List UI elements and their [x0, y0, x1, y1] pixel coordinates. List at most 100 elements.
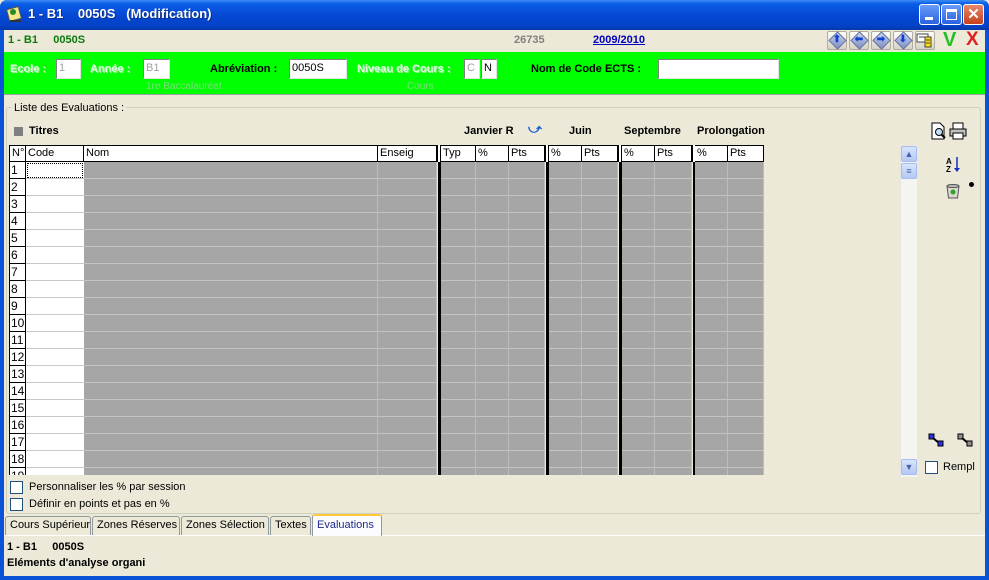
grid-cell[interactable]: [655, 315, 692, 332]
grid-cell[interactable]: [378, 230, 437, 247]
grid-cell[interactable]: [728, 298, 764, 315]
grid-cell[interactable]: [655, 298, 692, 315]
tab-textes[interactable]: Textes: [270, 516, 311, 535]
grid-cell[interactable]: [655, 451, 692, 468]
grid-cell[interactable]: [582, 434, 618, 451]
grid-cell[interactable]: [84, 179, 378, 196]
grid-cell[interactable]: [549, 298, 582, 315]
grid-cell[interactable]: [378, 247, 437, 264]
grid-cell[interactable]: [695, 281, 728, 298]
table-row[interactable]: 16: [9, 417, 765, 434]
grid-cell[interactable]: [84, 349, 378, 366]
grid-cell[interactable]: [84, 264, 378, 281]
code-cell[interactable]: [26, 264, 84, 281]
grid-cell[interactable]: [695, 162, 728, 179]
grid-cell[interactable]: [509, 383, 545, 400]
grid-cell[interactable]: [476, 349, 509, 366]
grid-cell[interactable]: [622, 298, 655, 315]
grid-cell[interactable]: [582, 383, 618, 400]
column-header[interactable]: %: [695, 145, 728, 162]
vertical-scrollbar[interactable]: ▲ ≡ ▼: [900, 146, 917, 477]
grid-cell[interactable]: [655, 417, 692, 434]
rempl-checkbox[interactable]: [925, 461, 938, 474]
grid-cell[interactable]: [695, 383, 728, 400]
column-header[interactable]: Pts: [582, 145, 618, 162]
grid-cell[interactable]: [84, 417, 378, 434]
grid-cell[interactable]: [582, 281, 618, 298]
link-button-active[interactable]: [928, 433, 944, 450]
grid-cell[interactable]: [695, 247, 728, 264]
grid-cell[interactable]: [622, 366, 655, 383]
grid-cell[interactable]: [655, 264, 692, 281]
grid-cell[interactable]: [441, 315, 476, 332]
table-row[interactable]: 18: [9, 451, 765, 468]
grid-cell[interactable]: [582, 196, 618, 213]
grid-cell[interactable]: [549, 366, 582, 383]
grid-cell[interactable]: [509, 468, 545, 475]
grid-cell[interactable]: [441, 196, 476, 213]
grid-cell[interactable]: [549, 332, 582, 349]
grid-cell[interactable]: [695, 366, 728, 383]
grid-cell[interactable]: [84, 366, 378, 383]
grid-cell[interactable]: [728, 383, 764, 400]
grid-cell[interactable]: [695, 213, 728, 230]
grid-cell[interactable]: [441, 451, 476, 468]
grid-cell[interactable]: [728, 366, 764, 383]
grid-cell[interactable]: [582, 315, 618, 332]
grid-cell[interactable]: [509, 264, 545, 281]
tab-evaluations[interactable]: Evaluations: [312, 514, 382, 536]
definir-points-checkbox[interactable]: [10, 498, 23, 511]
grid-cell[interactable]: [378, 281, 437, 298]
grid-cell[interactable]: [695, 179, 728, 196]
grid-cell[interactable]: [582, 247, 618, 264]
grid-cell[interactable]: [84, 383, 378, 400]
cancel-button[interactable]: X: [966, 29, 979, 51]
grid-cell[interactable]: [476, 281, 509, 298]
scroll-thumb[interactable]: ≡: [901, 163, 917, 179]
grid-cell[interactable]: [582, 230, 618, 247]
grid-cell[interactable]: [549, 434, 582, 451]
table-row[interactable]: 17: [9, 434, 765, 451]
grid-cell[interactable]: [378, 451, 437, 468]
close-button[interactable]: ✕: [963, 4, 984, 25]
grid-cell[interactable]: [476, 332, 509, 349]
grid-cell[interactable]: [549, 400, 582, 417]
sort-az-button[interactable]: AZ: [946, 156, 962, 177]
titres-marker-icon[interactable]: [14, 127, 23, 136]
grid-cell[interactable]: [378, 315, 437, 332]
tab-cours-superieur[interactable]: Cours Supérieur: [5, 516, 91, 535]
grid-cell[interactable]: [378, 298, 437, 315]
grid-cell[interactable]: [84, 332, 378, 349]
code-cell[interactable]: [26, 366, 84, 383]
grid-cell[interactable]: [695, 417, 728, 434]
grid-cell[interactable]: [695, 451, 728, 468]
code-cell[interactable]: [26, 298, 84, 315]
grid-cell[interactable]: [655, 366, 692, 383]
grid-cell[interactable]: [476, 264, 509, 281]
grid-cell[interactable]: [622, 315, 655, 332]
table-row[interactable]: 19: [9, 468, 765, 475]
grid-cell[interactable]: [378, 383, 437, 400]
grid-cell[interactable]: [582, 298, 618, 315]
grid-cell[interactable]: [728, 332, 764, 349]
grid-cell[interactable]: [695, 434, 728, 451]
code-cell[interactable]: [26, 315, 84, 332]
grid-cell[interactable]: [655, 468, 692, 475]
grid-cell[interactable]: [441, 400, 476, 417]
grid-cell[interactable]: [695, 196, 728, 213]
grid-cell[interactable]: [655, 230, 692, 247]
grid-cell[interactable]: [582, 332, 618, 349]
grid-cell[interactable]: [728, 400, 764, 417]
code-cell[interactable]: [26, 281, 84, 298]
tab-zones-reserves[interactable]: Zones Réserves: [92, 516, 180, 535]
grid-cell[interactable]: [728, 196, 764, 213]
academic-year-link[interactable]: 2009/2010: [593, 34, 645, 46]
grid-cell[interactable]: [549, 247, 582, 264]
grid-cell[interactable]: [728, 179, 764, 196]
code-cell[interactable]: [26, 349, 84, 366]
personnaliser-checkbox[interactable]: [10, 481, 23, 494]
code-cell[interactable]: [26, 230, 84, 247]
grid-cell[interactable]: [695, 400, 728, 417]
grid-cell[interactable]: [84, 247, 378, 264]
table-row[interactable]: 9: [9, 298, 765, 315]
